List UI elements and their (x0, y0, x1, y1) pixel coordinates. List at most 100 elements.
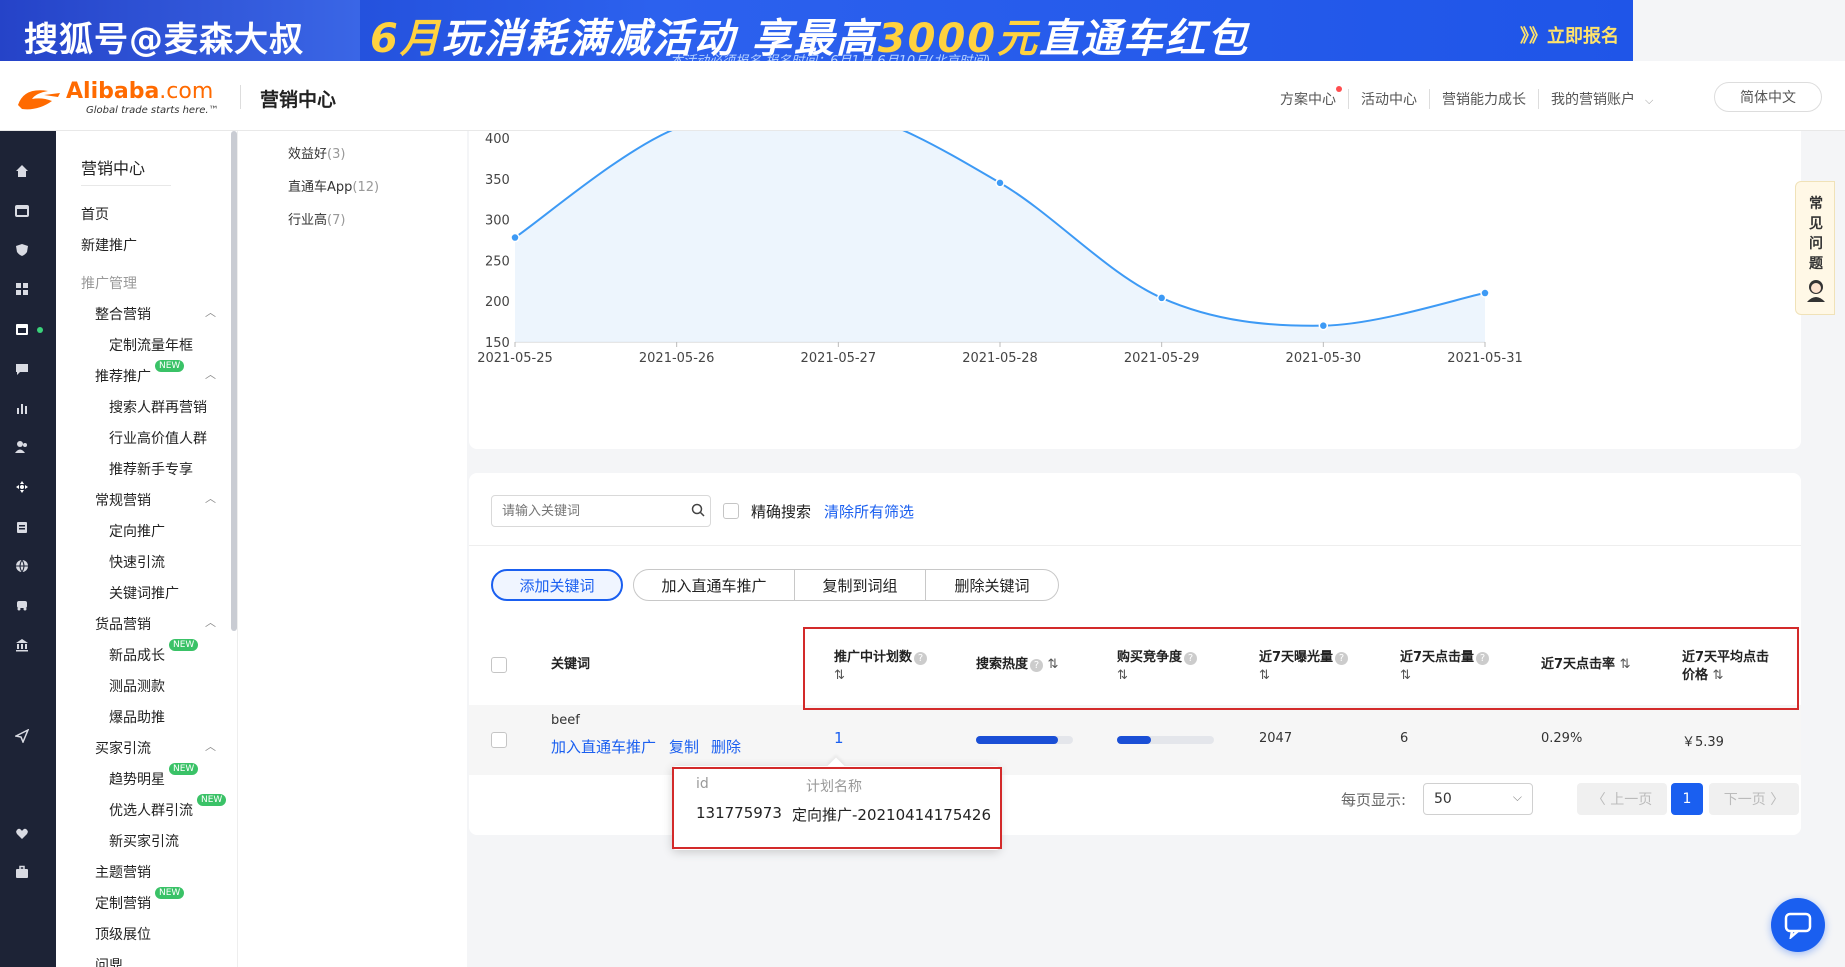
filter-industry-high[interactable]: 行业高(7) (288, 209, 345, 228)
current-page-button[interactable]: 1 (1671, 783, 1703, 815)
search-icon[interactable] (691, 503, 705, 521)
next-page-button[interactable]: 下一页 〉 (1709, 783, 1799, 815)
sidebar-item-theme[interactable]: 主题营销 (95, 862, 151, 882)
sidebar-item-high-value[interactable]: 行业高价值人群 (109, 428, 207, 448)
chevron-up-icon[interactable]: ︿ (205, 304, 216, 320)
col-heat[interactable]: 搜索热度? ⇅ (976, 656, 1058, 674)
row-checkbox[interactable] (491, 732, 507, 748)
sort-icon[interactable]: ⇅ (1713, 668, 1724, 683)
popover-plan-name[interactable]: 定向推广-20210414175426 (792, 804, 991, 825)
sidebar-item-search-retarget[interactable]: 搜索人群再营销 (109, 397, 207, 417)
nav-solutions[interactable]: 方案中心 (1268, 86, 1349, 109)
col-impressions[interactable]: 近7天曝光量? ⇅ (1259, 649, 1349, 685)
store-icon[interactable] (14, 203, 30, 219)
chart-bar-icon[interactable] (14, 400, 30, 416)
sidebar-item-trend-star[interactable]: 趋势明星 NEW (109, 763, 199, 789)
help-icon[interactable]: ? (1335, 652, 1349, 665)
sidebar-item-wending[interactable]: 问鼎 (95, 955, 123, 967)
users-icon[interactable] (14, 439, 30, 455)
filter-app[interactable]: 直通车App(12) (288, 176, 379, 195)
help-icon[interactable]: ? (1476, 652, 1490, 665)
sort-icon[interactable]: ⇅ (1259, 668, 1270, 683)
help-icon[interactable]: ? (1184, 652, 1198, 665)
nav-growth[interactable]: 营销能力成长 (1430, 89, 1539, 109)
sidebar-item-top-booth[interactable]: 顶级展位 (95, 924, 151, 944)
sidebar-item-integrated[interactable]: 整合营销 (95, 304, 151, 324)
briefcase-icon[interactable] (14, 864, 30, 880)
sidebar-item-custom[interactable]: 定制营销 NEW (95, 887, 185, 913)
shield-icon[interactable] (14, 242, 30, 258)
globe-icon[interactable] (14, 558, 30, 574)
sidebar-item-regular[interactable]: 常规营销 (95, 490, 151, 510)
sidebar-item-test-product[interactable]: 测品测款 (109, 676, 165, 696)
home-icon[interactable] (14, 163, 30, 179)
top-nav: 方案中心 活动中心 营销能力成长 我的营销账户 ⌵ (1268, 86, 1665, 109)
calendar-icon[interactable] (14, 321, 30, 337)
heart-icon[interactable] (14, 826, 30, 842)
notification-dot (1336, 86, 1342, 92)
col-plans[interactable]: 推广中计划数? ⇅ (834, 649, 928, 685)
faq-tab[interactable]: 常见问题 (1795, 181, 1835, 315)
nav-activities[interactable]: 活动中心 (1349, 89, 1430, 109)
copy-to-group-button[interactable]: 复制到词组 (794, 569, 926, 601)
filter-good-roi[interactable]: 效益好(3) (288, 143, 345, 162)
select-all-checkbox[interactable] (491, 657, 507, 673)
promotion-icon[interactable] (14, 479, 30, 495)
nav-account[interactable]: 我的营销账户 ⌵ (1539, 89, 1665, 109)
sidebar-item-quick-traffic[interactable]: 快速引流 (109, 552, 165, 572)
sort-icon[interactable]: ⇅ (1117, 668, 1128, 683)
sidebar-item-targeted[interactable]: 定向推广 (109, 521, 165, 541)
delete-keyword-button[interactable]: 删除关键词 (925, 569, 1059, 601)
sort-icon[interactable]: ⇅ (1048, 657, 1059, 672)
apps-icon[interactable] (14, 281, 30, 297)
truck-icon[interactable] (14, 597, 30, 613)
keyword-search-input[interactable] (491, 495, 711, 527)
sidebar-item-traffic-frame[interactable]: 定制流量年框 (109, 335, 193, 355)
support-agent-icon (1807, 280, 1825, 302)
sidebar-item-buyer[interactable]: 买家引流 (95, 738, 151, 758)
send-icon[interactable] (14, 728, 30, 744)
sidebar-item-keyword[interactable]: 关键词推广 (109, 583, 179, 603)
row-join-link[interactable]: 加入直通车推广 (551, 736, 656, 757)
row-copy-link[interactable]: 复制 (669, 736, 699, 757)
sidebar-item-newbie[interactable]: 推荐新手专享 (109, 459, 193, 479)
sidebar-item-new-promotion[interactable]: 新建推广 (81, 235, 137, 255)
sidebar-item-boost[interactable]: 爆品助推 (109, 707, 165, 727)
col-avg-price[interactable]: 近7天平均点击 价格 ⇅ (1682, 649, 1769, 685)
sidebar-item-product[interactable]: 货品营销 (95, 614, 151, 634)
sort-icon[interactable]: ⇅ (1400, 668, 1411, 683)
sidebar-item-recommend[interactable]: 推荐推广 NEW (95, 360, 185, 386)
language-select[interactable]: 简体中文 (1714, 82, 1822, 112)
join-promotion-button[interactable]: 加入直通车推广 (633, 569, 795, 601)
chevron-up-icon[interactable]: ︿ (205, 614, 216, 630)
sohu-watermark: 搜狐号@麦森大叔 (24, 20, 304, 60)
col-clicks[interactable]: 近7天点击量? ⇅ (1400, 649, 1490, 685)
message-icon[interactable] (14, 361, 30, 377)
clipboard-icon[interactable] (14, 519, 30, 535)
exact-search-checkbox[interactable] (723, 503, 739, 519)
bank-icon[interactable] (14, 637, 30, 653)
chevron-up-icon[interactable]: ︿ (205, 366, 216, 382)
sidebar-item-selected-crowd[interactable]: 优选人群引流 NEW (109, 794, 227, 820)
clear-filters-link[interactable]: 清除所有筛选 (824, 501, 914, 522)
prev-page-button[interactable]: 〈 上一页 (1577, 783, 1667, 815)
help-icon[interactable]: ? (1030, 659, 1044, 672)
per-page-select[interactable]: 50 ⌵ (1423, 783, 1533, 815)
plans-count-link[interactable]: 1 (834, 729, 844, 747)
help-icon[interactable]: ? (914, 652, 928, 665)
chat-button[interactable] (1771, 898, 1825, 952)
sidebar-item-new-buyer[interactable]: 新买家引流 (109, 831, 179, 851)
chevron-up-icon[interactable]: ︿ (205, 490, 216, 506)
sort-icon[interactable]: ⇅ (1620, 657, 1631, 672)
col-ctr[interactable]: 近7天点击率 ⇅ (1541, 656, 1630, 674)
add-keyword-button[interactable]: 添加关键词 (491, 569, 623, 601)
sidebar-item-home[interactable]: 首页 (81, 204, 109, 224)
alibaba-logo[interactable]: Alibaba.com Global trade starts here.™ (14, 79, 224, 119)
row-delete-link[interactable]: 删除 (711, 736, 741, 757)
sort-icon[interactable]: ⇅ (834, 668, 845, 683)
promo-banner[interactable]: 搜狐号@麦森大叔 6月玩消耗满减活动 享最高3000元直通车红包 本活动必须报名… (0, 0, 1633, 61)
col-competition[interactable]: 购买竞争度? ⇅ (1117, 649, 1198, 685)
chevron-up-icon[interactable]: ︿ (205, 738, 216, 754)
sidebar-item-new-product[interactable]: 新品成长 NEW (109, 639, 199, 665)
banner-signup-link[interactable]: 》》立即报名 (1520, 22, 1619, 48)
